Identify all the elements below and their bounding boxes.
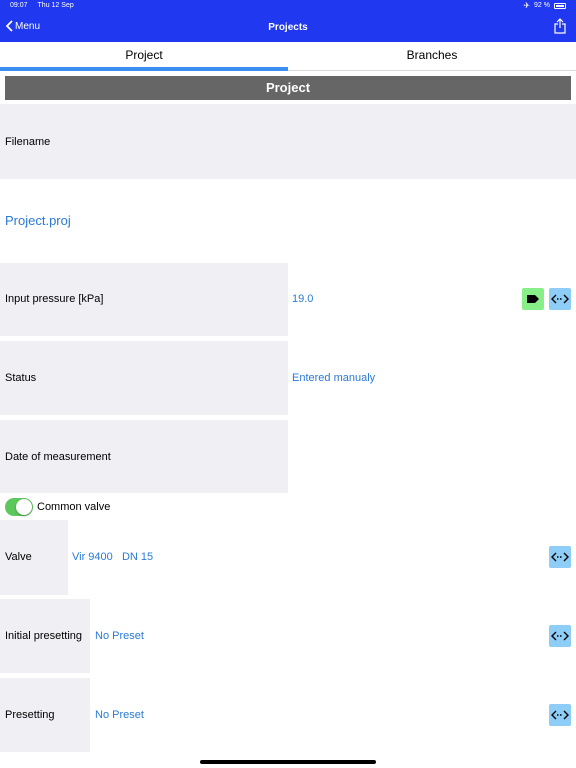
status-label: Status (5, 372, 37, 384)
navigation-bar: 09:07 Thu 12 Sep ✈ 92 % Menu Projects (0, 0, 576, 42)
status-date: Thu 12 Sep (37, 2, 74, 9)
filename-label: Filename (5, 136, 51, 148)
initial-presetting-arrows-button[interactable] (549, 625, 571, 647)
presetting-value[interactable]: No Preset (95, 709, 144, 721)
valve-arrows-button[interactable] (549, 546, 571, 568)
tag-icon (527, 295, 539, 303)
battery-icon (554, 2, 566, 9)
tag-button[interactable] (522, 288, 544, 310)
valve-value[interactable]: Vir 9400 DN 15 (72, 551, 153, 563)
input-pressure-label: Input pressure [kPa] (5, 293, 104, 305)
date-of-measurement-label: Date of measurement (5, 451, 111, 463)
status-value[interactable]: Entered manualy (292, 372, 375, 384)
common-valve-label: Common valve (37, 501, 111, 513)
common-valve-toggle[interactable] (5, 498, 33, 516)
presetting-label: Presetting (5, 709, 55, 721)
left-right-arrows-icon (551, 294, 569, 304)
share-button[interactable] (554, 18, 566, 39)
left-right-arrows-icon (551, 631, 569, 641)
page-title: Projects (268, 22, 308, 33)
section-header: Project (5, 76, 571, 100)
left-right-arrows-icon (551, 552, 569, 562)
battery-percent: 92 % (534, 2, 550, 9)
valve-label: Valve (5, 551, 32, 563)
status-time: 09:07 (10, 2, 28, 9)
initial-presetting-label: Initial presetting (5, 630, 83, 642)
left-right-arrows-icon (551, 710, 569, 720)
status-bar-left: 09:07 Thu 12 Sep (10, 2, 74, 9)
status-bar-right: ✈ 92 % (523, 1, 566, 10)
input-pressure-arrows-button[interactable] (549, 288, 571, 310)
tab-project[interactable]: Project (0, 42, 288, 71)
status-label-cell (0, 341, 288, 415)
filename-row (0, 104, 576, 179)
presetting-arrows-button[interactable] (549, 704, 571, 726)
filename-value[interactable]: Project.proj (5, 213, 71, 228)
home-indicator (200, 760, 376, 764)
airplane-icon: ✈ (523, 1, 531, 10)
tab-bar: Project Branches (0, 42, 576, 71)
initial-presetting-value[interactable]: No Preset (95, 630, 144, 642)
tab-branches[interactable]: Branches (288, 42, 576, 70)
share-icon (554, 18, 566, 34)
input-pressure-value[interactable]: 19.0 (292, 293, 313, 305)
